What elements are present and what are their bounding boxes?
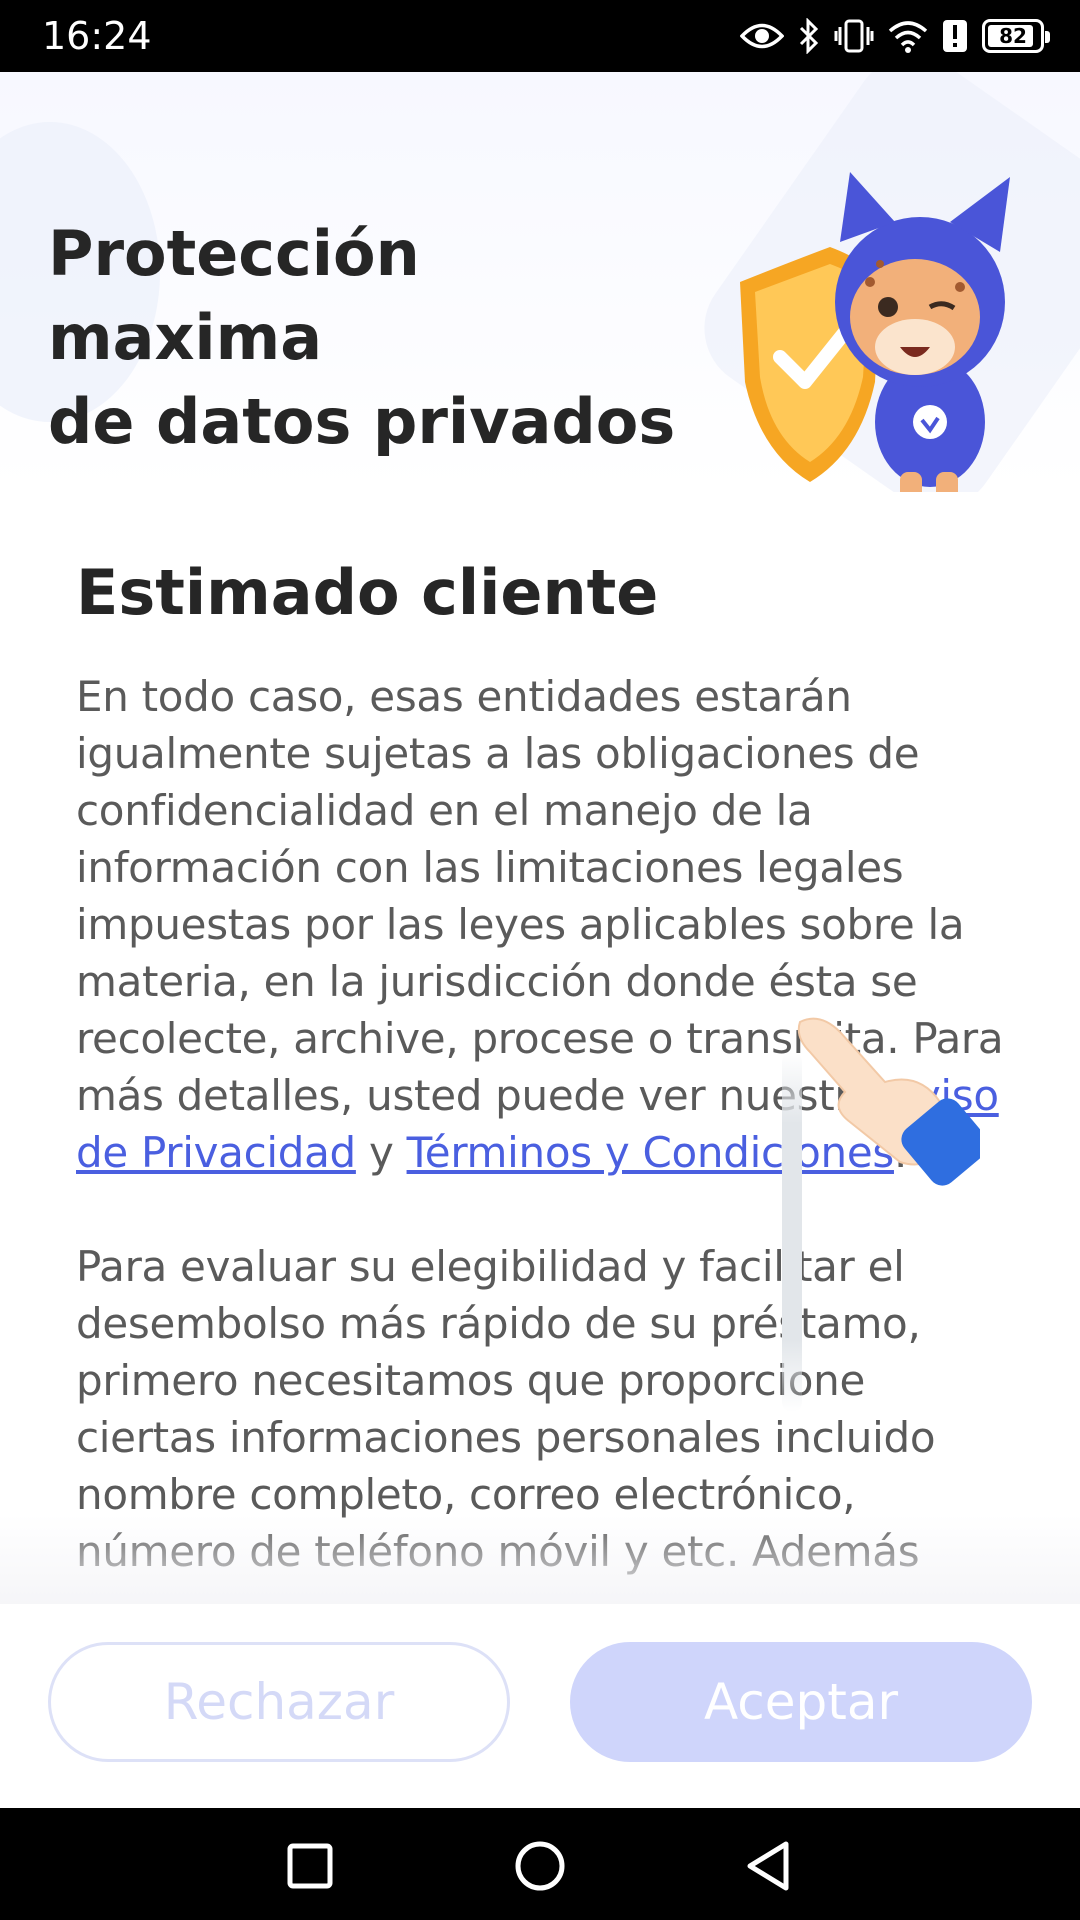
connector-text: y [355,1128,407,1177]
status-time: 16:24 [42,14,152,58]
battery-icon: 82 [982,19,1050,53]
reject-button[interactable]: Rechazar [48,1642,510,1762]
status-bar: 16:24 82 [0,0,1080,72]
recent-apps-icon[interactable] [282,1838,338,1894]
back-icon[interactable] [742,1838,798,1894]
battery-level: 82 [999,24,1027,48]
bluetooth-icon [798,18,820,54]
content-heading: Estimado cliente [76,556,659,629]
eye-icon [740,21,784,51]
navigation-bar [0,1808,1080,1920]
hero-banner: Protección maxima de datos privados [0,72,1080,492]
consent-content[interactable]: Estimado cliente En todo caso, esas enti… [0,492,1080,1604]
page-title: Protección maxima de datos privados [48,212,688,464]
page-title-line2: de datos privados [48,385,676,458]
swipe-hand-icon [797,1017,980,1186]
content-fade [0,1514,1080,1604]
vibrate-icon [834,19,874,53]
action-bar: Rechazar Aceptar [0,1604,1080,1808]
home-icon[interactable] [512,1838,568,1894]
mascot-shield-illustration [740,172,1010,492]
accept-button[interactable]: Aceptar [570,1642,1032,1762]
page-title-line1: Protección maxima [48,217,420,374]
wifi-icon [888,19,928,53]
alert-icon [942,19,968,53]
status-icons: 82 [740,16,1050,56]
